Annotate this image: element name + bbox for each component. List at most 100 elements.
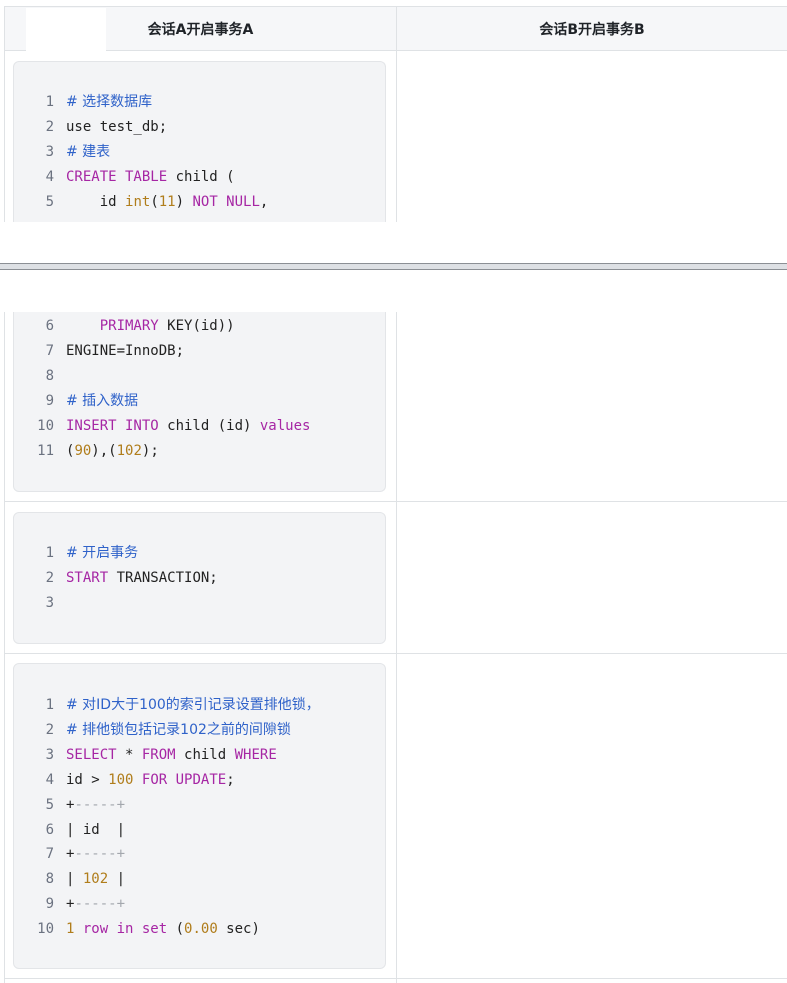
code-line: 6 PRIMARY KEY(id)) bbox=[14, 314, 235, 338]
code-token: | bbox=[66, 871, 83, 888]
code-token: * bbox=[116, 746, 142, 763]
code-line: 9 # 插入数据 bbox=[14, 389, 139, 413]
code-token: WHERE bbox=[234, 746, 277, 763]
code-token: | bbox=[108, 871, 126, 888]
code-token: child bbox=[175, 746, 235, 763]
code-token: -----+ bbox=[74, 896, 126, 913]
code-token: SELECT bbox=[66, 746, 117, 763]
code-token: , bbox=[259, 193, 269, 210]
code-line: 1 # 对ID大于100的索引记录设置排他锁， bbox=[14, 693, 320, 717]
code-token: 102 bbox=[82, 871, 109, 888]
code-token: -----+ bbox=[74, 796, 126, 813]
code-line: 8 | 102 | bbox=[14, 867, 125, 891]
line-number: 9 bbox=[45, 896, 54, 913]
code-token: ); bbox=[141, 442, 159, 459]
code-token: 102 bbox=[116, 442, 142, 459]
line-number: 5 bbox=[45, 796, 54, 813]
line-number: 2 bbox=[45, 569, 54, 586]
code-line: 4 id > 100 FOR UPDATE; bbox=[14, 768, 235, 792]
code-line: 2 use test_db; bbox=[14, 115, 168, 139]
code-token: INSERT INTO bbox=[66, 417, 159, 434]
code-token: 90 bbox=[74, 442, 92, 459]
code-line: 3 # 建表 bbox=[14, 140, 111, 164]
line-number: 6 bbox=[45, 318, 54, 334]
line-number: 1 bbox=[45, 697, 54, 713]
code-token: sec) bbox=[217, 921, 260, 938]
code-token: # 建表 bbox=[66, 143, 111, 160]
code-token: id > bbox=[66, 771, 109, 788]
code-token: ( bbox=[150, 193, 159, 210]
line-number: 8 bbox=[45, 871, 54, 888]
code-line: 5 id int(11) NOT NULL, bbox=[14, 190, 269, 214]
code-line: 6 | id | bbox=[14, 818, 125, 842]
line-number: 8 bbox=[45, 367, 54, 384]
code-line: 2 # 排他锁包括记录102之前的间隙锁 bbox=[14, 718, 291, 742]
line-number: 11 bbox=[37, 442, 54, 459]
line-number: 2 bbox=[45, 721, 54, 738]
code-token: # 插入数据 bbox=[66, 392, 139, 409]
code-token: | id | bbox=[66, 821, 126, 838]
line-number: 7 bbox=[45, 342, 54, 359]
code-line: 5 +-----+ bbox=[14, 793, 125, 817]
code-line: 4 CREATE TABLE child ( bbox=[14, 165, 235, 189]
code-token: id bbox=[66, 193, 126, 210]
line-number: 10 bbox=[37, 921, 54, 938]
page-divider bbox=[0, 263, 787, 270]
code-token: TRANSACTION; bbox=[108, 569, 218, 586]
code-token: 11 bbox=[158, 193, 176, 210]
overlay-patch bbox=[26, 8, 106, 62]
line-number: 3 bbox=[45, 746, 54, 763]
code-token: START bbox=[66, 569, 109, 586]
line-number: 2 bbox=[45, 118, 54, 135]
code-line: 1 # 开启事务 bbox=[14, 541, 139, 565]
line-number: 10 bbox=[37, 417, 54, 434]
code-token: 0.00 bbox=[184, 921, 218, 938]
code-line: 10 INSERT INTO child (id) values bbox=[14, 414, 310, 438]
code-line: 3 bbox=[14, 591, 66, 615]
code-token: ) bbox=[175, 193, 193, 210]
code-token: ( bbox=[167, 921, 185, 938]
line-number: 9 bbox=[45, 392, 54, 409]
code-token: child ( bbox=[167, 168, 235, 185]
line-number: 4 bbox=[45, 771, 54, 788]
code-line: 2 START TRANSACTION; bbox=[14, 566, 218, 590]
line-number: 6 bbox=[45, 821, 54, 838]
line-number: 5 bbox=[45, 193, 54, 210]
code-token: ),( bbox=[91, 442, 117, 459]
code-line: 7 ENGINE=InnoDB; bbox=[14, 339, 184, 363]
column-header-session-b: 会话B开启事务B bbox=[397, 7, 787, 50]
code-line: 9 +-----+ bbox=[14, 892, 125, 916]
code-line: 7 +-----+ bbox=[14, 842, 125, 866]
code-line: 8 bbox=[14, 364, 66, 388]
code-line: 10 1 row in set (0.00 sec) bbox=[14, 917, 260, 941]
code-token: NOT NULL bbox=[192, 193, 260, 210]
code-block-select-for-update: 1 # 对ID大于100的索引记录设置排他锁， 2 # 排他锁包括记录102之前的间隙… bbox=[13, 663, 386, 969]
line-number: 1 bbox=[45, 94, 54, 110]
code-token: # 开启事务 bbox=[66, 545, 139, 561]
line-number: 3 bbox=[45, 143, 54, 160]
code-token: -----+ bbox=[74, 846, 126, 863]
code-token: # 排他锁包括记录102之前的间隙锁 bbox=[66, 721, 291, 738]
code-line: 3 SELECT * FROM child WHERE bbox=[14, 743, 277, 767]
code-line: 11 (90),(102); bbox=[14, 439, 159, 463]
code-block-start-transaction: 1 # 开启事务 2 START TRANSACTION; 3 bbox=[13, 512, 386, 644]
code-token: ENGINE=InnoDB; bbox=[66, 342, 185, 359]
code-token: int bbox=[125, 193, 151, 210]
line-number: 7 bbox=[45, 846, 54, 863]
code-token: row in set bbox=[82, 921, 168, 938]
code-token: child (id) bbox=[158, 417, 260, 434]
code-token: KEY(id)) bbox=[158, 318, 235, 334]
line-number: 3 bbox=[45, 594, 54, 611]
line-number: 1 bbox=[45, 545, 54, 561]
code-token: # 对ID大于100的索引记录设置排他锁， bbox=[66, 697, 320, 713]
column-header-session-b-label: 会话B开启事务B bbox=[539, 21, 645, 38]
code-block-create-table-continued: 6 PRIMARY KEY(id)) 7 ENGINE=InnoDB; 8 9 # 插入数… bbox=[13, 312, 386, 492]
code-token: values bbox=[259, 417, 311, 434]
code-token: # 选择数据库 bbox=[66, 94, 153, 110]
code-token: FROM bbox=[141, 746, 176, 763]
column-header-session-a-label: 会话A开启事务A bbox=[147, 21, 254, 38]
code-token: ; bbox=[226, 771, 235, 788]
